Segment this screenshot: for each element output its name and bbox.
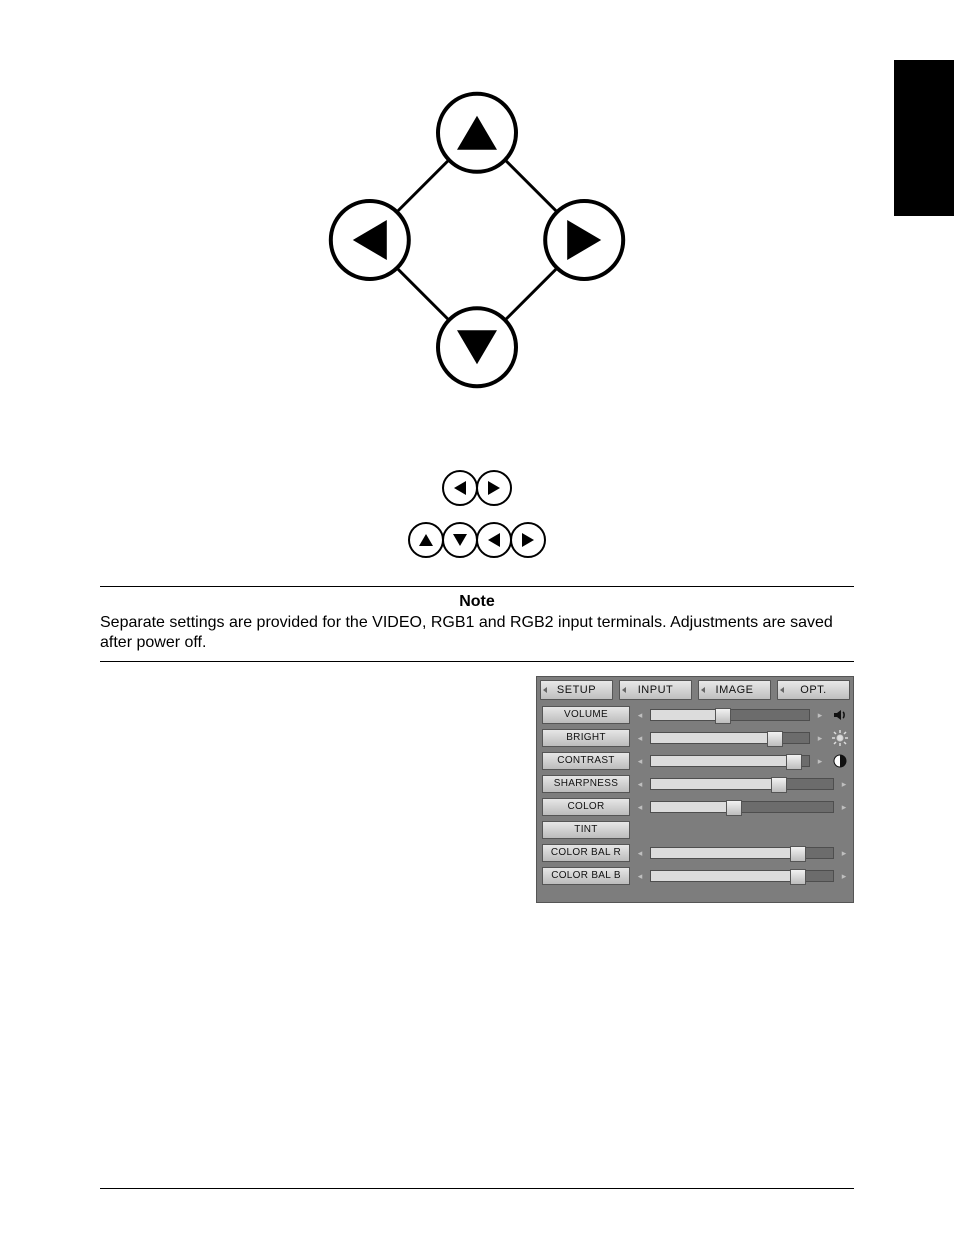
triangle-left-icon [454,481,466,495]
osd-slider[interactable] [650,778,834,790]
triangle-right-icon [567,220,601,260]
slider-decrease[interactable]: ◂ [636,848,644,859]
osd-row: COLOR ◂ ▸ [542,798,848,816]
slider-increase[interactable]: ▸ [840,848,848,859]
osd-item-label[interactable]: COLOR BAL R [542,844,630,862]
slider-increase[interactable]: ▸ [840,802,848,813]
slider-increase[interactable]: ▸ [816,733,824,744]
osd-item-label[interactable]: SHARPNESS [542,775,630,793]
osd-row: BRIGHT ◂ ▸ [542,729,848,747]
slider-decrease[interactable]: ◂ [636,733,644,744]
osd-panel: SETUP INPUT IMAGE OPT. VOLUME◂▸BRIGHT◂▸C… [536,676,854,903]
osd-row: COLOR BAL B ◂ ▸ [542,867,848,885]
osd-item-label[interactable]: BRIGHT [542,729,630,747]
triangle-up-icon [419,534,433,546]
slider-decrease[interactable]: ◂ [636,756,644,767]
osd-row-icon [832,730,848,746]
triangle-left-icon [353,220,387,260]
tab-image[interactable]: IMAGE [698,680,771,700]
slider-increase[interactable]: ▸ [816,710,824,721]
tab-input[interactable]: INPUT [619,680,692,700]
slider-decrease[interactable]: ◂ [636,871,644,882]
dpad-left-button[interactable] [329,199,411,281]
osd-slider[interactable] [650,755,810,767]
tab-opt[interactable]: OPT. [777,680,850,700]
arrow-row-udlr [409,522,545,558]
slider-increase[interactable]: ▸ [840,871,848,882]
osd-slider[interactable] [650,732,810,744]
osd-tabs: SETUP INPUT IMAGE OPT. [536,676,854,706]
dpad-right-button[interactable] [543,199,625,281]
triangle-right-icon [522,533,534,547]
slider-increase[interactable]: ▸ [840,779,848,790]
dpad-down-button[interactable] [436,306,518,388]
osd-item-label[interactable]: COLOR [542,798,630,816]
tab-setup[interactable]: SETUP [540,680,613,700]
osd-item-label[interactable]: COLOR BAL B [542,867,630,885]
speaker-icon [832,707,848,723]
arrow-row-lr [443,470,511,506]
triangle-left-icon [488,533,500,547]
osd-row: TINT [542,821,848,839]
osd-row-icon [832,753,848,769]
osd-row: CONTRAST ◂ ▸ [542,752,848,770]
osd-slider[interactable] [650,847,834,859]
small-right-button[interactable] [510,522,546,558]
dpad-up-button[interactable] [436,92,518,174]
sun-icon [832,730,848,746]
footer-divider [100,1188,854,1189]
contrast-icon [832,753,848,769]
small-arrow-rows [100,470,854,558]
divider [100,586,854,587]
small-right-button[interactable] [476,470,512,506]
side-tab [894,60,954,216]
small-down-button[interactable] [442,522,478,558]
slider-decrease[interactable]: ◂ [636,802,644,813]
slider-increase[interactable]: ▸ [816,756,824,767]
osd-row: COLOR BAL R ◂ ▸ [542,844,848,862]
osd-row: VOLUME ◂ ▸ [542,706,848,724]
small-up-button[interactable] [408,522,444,558]
osd-item-label[interactable]: TINT [542,821,630,839]
triangle-up-icon [457,116,497,150]
osd-slider[interactable] [650,870,834,882]
osd-row: SHARPNESS ◂ ▸ [542,775,848,793]
triangle-down-icon [453,534,467,546]
triangle-down-icon [457,330,497,364]
triangle-right-icon [488,481,500,495]
dpad-diagram [100,100,854,380]
note-body: Separate settings are provided for the V… [100,613,854,653]
small-left-button[interactable] [442,470,478,506]
osd-slider[interactable] [650,801,834,813]
osd-item-label[interactable]: CONTRAST [542,752,630,770]
osd-item-label[interactable]: VOLUME [542,706,630,724]
note-heading: Note [100,593,854,611]
small-left-button[interactable] [476,522,512,558]
osd-slider[interactable] [650,709,810,721]
slider-decrease[interactable]: ◂ [636,779,644,790]
divider [100,661,854,662]
slider-decrease[interactable]: ◂ [636,710,644,721]
osd-row-icon [832,707,848,723]
